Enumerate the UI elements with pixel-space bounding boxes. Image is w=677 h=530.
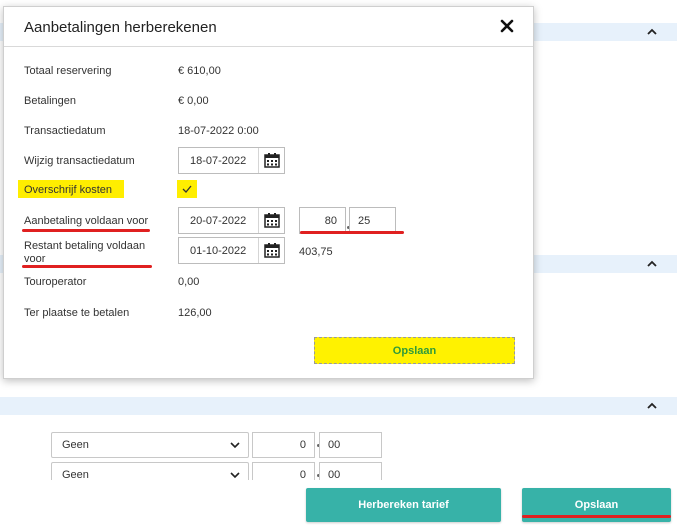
recalculate-rate-button[interactable]: Herbereken tarief (306, 488, 501, 522)
recalculate-deposits-dialog: Aanbetalingen herberekenen Totaal reserv… (3, 6, 534, 379)
calendar-icon[interactable] (258, 238, 284, 263)
pay-on-site-label: Ter plaatse te betalen (24, 307, 130, 319)
tour-operator-value: 0,00 (178, 276, 200, 288)
change-transaction-date-field[interactable]: 18-07-2022 (178, 147, 285, 174)
checkmark-icon (182, 185, 192, 193)
pay-on-site-value: 126,00 (178, 307, 212, 319)
calendar-icon[interactable] (258, 208, 284, 233)
transaction-date-value: 18-07-2022 0:00 (178, 125, 259, 137)
chevron-up-icon[interactable] (645, 25, 659, 39)
amount-cents-input[interactable]: 00 (319, 432, 382, 458)
annotation-underline (300, 231, 404, 234)
close-icon[interactable] (499, 18, 515, 34)
chevron-down-icon (230, 442, 240, 449)
date-value: 18-07-2022 (190, 155, 247, 167)
deposit-amount-whole-input[interactable]: 80 (299, 207, 346, 234)
overwrite-costs-label: Overschrijf kosten (24, 184, 113, 196)
dialog-save-button[interactable]: Opslaan (314, 337, 515, 364)
chevron-up-icon[interactable] (645, 399, 659, 413)
dialog-title: Aanbetalingen herberekenen (24, 19, 217, 36)
payment-type-value: Geen (62, 439, 89, 451)
overwrite-costs-checkbox[interactable] (177, 180, 197, 198)
payments-value: € 0,00 (178, 95, 209, 107)
change-transaction-date-label: Wijzig transactiedatum (24, 155, 135, 167)
remaining-due-label: Restant betaling voldaan voor (24, 240, 146, 265)
deposit-amount-cents-value: 25 (358, 215, 371, 227)
annotation-underline (22, 229, 150, 232)
remaining-amount-value: 403,75 (299, 246, 333, 258)
amount-whole-input[interactable]: 0 (252, 432, 315, 458)
date-value: 20-07-2022 (190, 215, 247, 227)
amount-whole-value: 0 (299, 439, 306, 451)
payment-type-select[interactable]: Geen (51, 432, 249, 458)
deposit-amount-cents-input[interactable]: 25 (349, 207, 396, 234)
deposit-due-label: Aanbetaling voldaan voor (24, 215, 149, 227)
date-value: 01-10-2022 (190, 245, 247, 257)
dialog-header: Aanbetalingen herberekenen (4, 7, 533, 47)
payments-label: Betalingen (24, 95, 76, 107)
remaining-due-date-field[interactable]: 01-10-2022 (178, 237, 285, 264)
annotation-underline (22, 265, 152, 268)
annotation-underline (522, 515, 671, 518)
section-bar-3 (0, 397, 677, 415)
deposit-amount-whole-value: 80 (324, 215, 337, 227)
payment-row: Geen 0 00 (51, 432, 391, 458)
calendar-icon[interactable] (258, 148, 284, 173)
total-reservation-label: Totaal reservering (24, 65, 112, 77)
amount-cents-value: 00 (328, 439, 341, 451)
chevron-up-icon[interactable] (645, 257, 659, 271)
transaction-date-label: Transactiedatum (24, 125, 106, 137)
tour-operator-label: Touroperator (24, 276, 87, 288)
deposit-due-date-field[interactable]: 20-07-2022 (178, 207, 285, 234)
total-reservation-value: € 610,00 (178, 65, 221, 77)
